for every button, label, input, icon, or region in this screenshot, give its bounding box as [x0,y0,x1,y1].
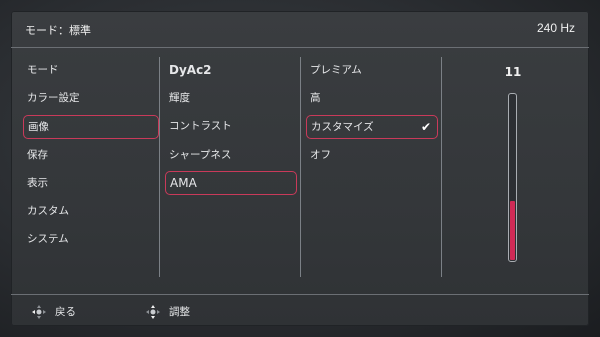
menu-item-label: カスタム [27,205,69,217]
menu-item-picture[interactable]: 画像 [23,115,159,139]
footer-back[interactable]: 戻る [31,302,76,322]
column-divider [159,57,160,277]
footer-divider [11,294,589,295]
menu-item-label: 画像 [28,121,49,133]
option-label: オフ [310,149,331,161]
submenu-item-label: シャープネス [169,149,232,161]
column-divider [300,57,301,277]
menu-item-label: カラー設定 [27,92,80,104]
option-customize[interactable]: カスタマイズ ✔ [306,115,438,139]
back-label: 戻る [55,306,76,318]
dpad-up-down-icon [145,304,161,320]
submenu-item-label: コントラスト [169,120,232,132]
menu-item-display[interactable]: 表示 [23,172,157,194]
option-off[interactable]: オフ [306,144,436,166]
menu-item-label: モード [27,64,59,76]
option-premium[interactable]: プレミアム [306,59,436,81]
osd-panel: モード：標準 240 Hz モード カラー設定 画像 保存 表示 カスタム シス… [11,11,589,326]
menu-item-label: システム [27,233,69,245]
osd-header: モード：標準 240 Hz [11,11,589,48]
submenu-item-contrast[interactable]: コントラスト [165,115,295,137]
submenu-item-ama[interactable]: AMA [165,171,297,195]
option-high[interactable]: 高 [306,87,436,109]
menu-item-system[interactable]: システム [23,228,157,250]
refresh-rate-label: 240 Hz [536,21,575,35]
submenu-item-brightness[interactable]: 輝度 [165,87,295,109]
value-slider[interactable] [508,93,517,262]
submenu-item-label: 輝度 [169,92,190,104]
menu-item-save[interactable]: 保存 [23,144,157,166]
slider-fill [510,201,515,260]
option-label: カスタマイズ [311,121,374,133]
monitor-screen: モード：標準 240 Hz モード カラー設定 画像 保存 表示 カスタム シス… [0,0,600,337]
option-label: 高 [310,92,321,104]
submenu-item-label: DyAc2 [169,63,212,77]
menu-item-label: 保存 [27,149,48,161]
menu-item-label: 表示 [27,177,48,189]
menu-item-mode[interactable]: モード [23,59,157,81]
option-label: プレミアム [310,64,362,76]
menu-item-color-settings[interactable]: カラー設定 [23,87,157,109]
dpad-left-icon [31,304,47,320]
slider-value: 11 [504,65,522,79]
submenu-item-sharpness[interactable]: シャープネス [165,144,295,166]
current-mode-label: モード：標準 [25,24,91,37]
footer-adjust[interactable]: 調整 [145,302,190,322]
checkmark-icon: ✔ [420,120,431,134]
adjust-label: 調整 [169,306,190,318]
column-divider [441,57,442,277]
menu-item-custom[interactable]: カスタム [23,200,157,222]
submenu-item-dyac2[interactable]: DyAc2 [165,59,295,81]
submenu-item-label: AMA [170,176,197,190]
